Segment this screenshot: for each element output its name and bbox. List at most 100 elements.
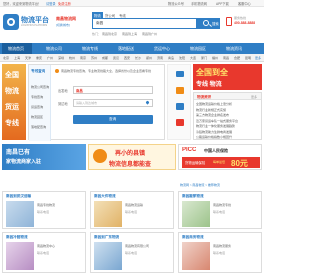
login-link[interactable]: 请登录 — [46, 1, 56, 6]
listing-tel: 联系电话 — [37, 210, 50, 214]
city-link[interactable]: 合肥 — [234, 56, 240, 60]
city-bar: 北京 上海 天津 重庆 广州 深圳 杭州 南京 苏州 成都 武汉 西安 长沙 郑… — [0, 54, 264, 62]
top-link-4[interactable]: 客服中心 — [238, 1, 251, 6]
picc-note: 每单最低 — [213, 160, 226, 164]
city-link[interactable]: 昆明 — [245, 56, 251, 60]
news-item[interactable]: 公路运输价格指数小幅回升 — [196, 135, 260, 139]
listing-title[interactable]: 南昌冷链物流 — [6, 235, 28, 240]
listing-thumbnail — [94, 242, 122, 270]
city-link[interactable]: 深圳 — [58, 56, 64, 60]
city-link[interactable]: 南京 — [80, 56, 86, 60]
city-link[interactable]: 长沙 — [135, 56, 141, 60]
nav-home[interactable]: 物流首页 — [8, 46, 24, 52]
listing-title[interactable]: 南昌商务物流 — [182, 235, 204, 240]
city-link[interactable]: 沈阳 — [179, 56, 185, 60]
top-link-2[interactable]: 手机物流网 — [191, 1, 207, 6]
hot-link-3[interactable]: 南昌到广州 — [142, 32, 157, 36]
news-item[interactable]: 物流行业新规正式实施 — [196, 108, 260, 112]
box-icon[interactable] — [176, 87, 184, 94]
city-link[interactable]: 广州 — [47, 56, 53, 60]
city-link[interactable]: 青岛 — [168, 56, 174, 60]
news-item[interactable]: 全国物流运输价格上涨分析 — [196, 102, 260, 106]
listing-thumbnail — [94, 201, 122, 227]
top-link-1[interactable]: 物流公众号 — [168, 1, 184, 6]
listing-tel: 联系电话 — [37, 251, 50, 255]
from-input[interactable] — [73, 86, 153, 94]
listing-thumbnail — [6, 242, 34, 270]
top-link-3[interactable]: APP下载 — [216, 1, 229, 6]
city-link[interactable]: 杭州 — [69, 56, 75, 60]
hot-link-2[interactable]: 南昌到上海 — [122, 32, 137, 36]
search-icon — [203, 20, 209, 26]
city-more-link[interactable]: 更多 — [255, 56, 261, 60]
logo-subtitle: LOGISTICS PLATFORM — [21, 24, 48, 27]
city-link[interactable]: 重庆 — [36, 56, 42, 60]
map-icon[interactable] — [176, 119, 184, 126]
query-side-item[interactable]: 专线查询 — [31, 95, 43, 99]
listing-card[interactable]: 南昌商务物流 南昌物流服务 联系电话 — [178, 232, 262, 273]
nav-news[interactable]: 物流资讯 — [226, 46, 242, 52]
query-side-item[interactable]: 落地配查询 — [31, 125, 46, 129]
listing-card[interactable]: 南昌大件物流 南昌物流运输 联系电话 — [90, 191, 174, 229]
search-button-label: 搜索 — [212, 22, 219, 26]
right-banner-title: 全国到全 — [196, 68, 228, 77]
register-link[interactable]: 免费注册 — [58, 1, 71, 6]
switch-city-link[interactable]: [切换城市] — [56, 23, 70, 27]
service-icons — [167, 64, 191, 140]
promo-middle[interactable]: 再小的县镇 物流信息都能查 — [88, 144, 176, 170]
listing-title[interactable]: 南昌到武汉运输 — [6, 194, 31, 199]
nav-freight[interactable]: 货运中心 — [154, 46, 170, 52]
city-link[interactable]: 天津 — [25, 56, 31, 60]
search-input[interactable]: 南昌 — [96, 21, 103, 26]
city-link[interactable]: 苏州 — [91, 56, 97, 60]
left-banner[interactable]: 全国 物流 货运 专线 — [2, 64, 26, 140]
truck-icon[interactable] — [176, 71, 184, 77]
promo-left[interactable]: 南昌已有 家物流商家入驻 — [2, 144, 86, 170]
city-link[interactable]: 西安 — [124, 56, 130, 60]
listing-tel: 联系电话 — [125, 251, 138, 255]
listing-card[interactable]: 南昌到武汉运输 南昌专线物流 联系电话 — [2, 191, 86, 229]
listing-card[interactable]: 南昌到广东物流 南昌物流有限公司 联系电话 — [90, 232, 174, 273]
site-logo[interactable]: 物流平台 LOGISTICS PLATFORM — [3, 11, 53, 37]
city-link[interactable]: 成都 — [102, 56, 108, 60]
picc-banner[interactable]: PICC 中国人民保险 货物运输保险 每单最低 80元 — [178, 144, 262, 170]
listing-card[interactable]: 南昌冷链物流 南昌物流中心 联系电话 — [2, 232, 86, 273]
hot-link-1[interactable]: 南昌到北京 — [102, 32, 117, 36]
left-banner-line: 全国 — [5, 72, 19, 79]
news-item[interactable]: 物流行业一体化服务发展趋势 — [196, 124, 260, 128]
nav-delivery[interactable]: 落地配送 — [118, 46, 134, 52]
query-side-item[interactable]: 货运查询 — [31, 105, 43, 109]
news-item[interactable]: 冷链物流助力生鲜电商发展 — [196, 130, 260, 134]
warehouse-icon[interactable] — [176, 103, 184, 110]
promo-left-line1: 南昌已有 — [6, 150, 31, 156]
query-side-item[interactable]: 物流公司查询 — [31, 85, 49, 89]
city-link[interactable]: 福州 — [212, 56, 218, 60]
route-query-panel: 专线查询 物流公司查询 专线查询 货运查询 物流园区 落地配查询 南昌物流专线查… — [28, 64, 165, 141]
query-button-label: 查询 — [109, 117, 117, 121]
promo-middle-line1: 再小的县镇 — [115, 151, 146, 157]
listing-desc: 南昌物流中心 — [37, 244, 56, 248]
nav-parks[interactable]: 物流园区 — [190, 46, 206, 52]
city-link[interactable]: 南昌 — [223, 56, 229, 60]
city-link[interactable]: 济南 — [157, 56, 163, 60]
nav-companies[interactable]: 物流公司 — [46, 46, 62, 52]
listing-title[interactable]: 南昌到广东物流 — [94, 235, 119, 240]
news-item[interactable]: 近万家货运车队一站式服务平台 — [196, 119, 260, 123]
city-link[interactable]: 上海 — [14, 56, 20, 60]
query-side-item[interactable]: 物流园区 — [31, 115, 43, 119]
listing-title[interactable]: 南昌大件物流 — [94, 194, 116, 199]
listing-title[interactable]: 南昌搬家物流 — [182, 194, 204, 199]
hot-label: 热门： — [92, 32, 102, 36]
nav-lines[interactable]: 物流专线 — [82, 46, 98, 52]
news-panel: 物流资讯 更多 全国物流运输价格上涨分析 物流行业新规正式实施 第三方物流企业排… — [193, 92, 262, 140]
city-link[interactable]: 大连 — [190, 56, 196, 60]
city-link[interactable]: 北京 — [3, 56, 9, 60]
news-more-link[interactable]: 更多 — [251, 95, 257, 99]
city-link[interactable]: 武汉 — [113, 56, 119, 60]
top-bar: 您好，欢迎来到物流平台！ 请登录 免费注册 物流公众号 手机物流网 APP下载 … — [0, 0, 264, 7]
right-banner[interactable]: 全国到全 专线 物流 — [193, 64, 262, 90]
city-link[interactable]: 厦门 — [201, 56, 207, 60]
news-item[interactable]: 第三方物流企业排名发布 — [196, 113, 260, 117]
listing-card[interactable]: 南昌搬家物流 南昌物流专线 联系电话 — [178, 191, 262, 229]
city-link[interactable]: 郑州 — [146, 56, 152, 60]
